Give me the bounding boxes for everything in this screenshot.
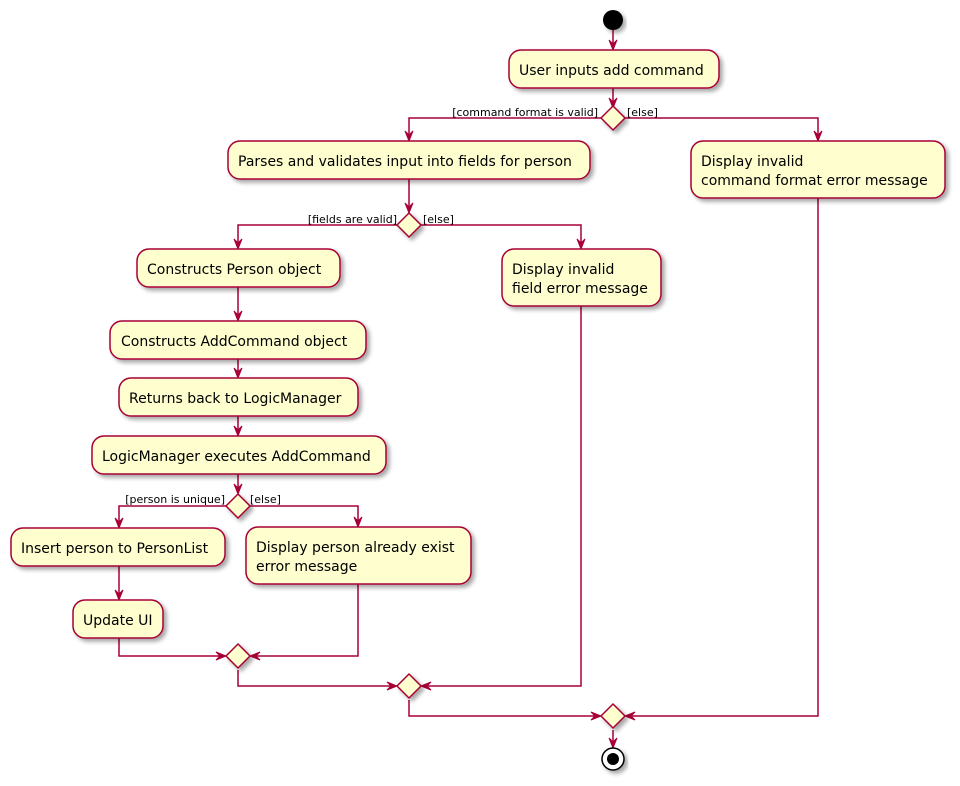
merge-person-branches	[224, 642, 252, 670]
edge-decision-1-else	[625, 117, 819, 139]
edge-merge-2-to-merge-3	[408, 700, 599, 717]
guard-person-else: [else]	[250, 493, 281, 506]
edge-decision-1-valid	[408, 117, 601, 139]
guard-command-else: [else]	[627, 106, 658, 119]
edge-person-exists-to-merge-1	[252, 584, 359, 657]
action-invalid-field-line-2: field error message	[512, 281, 648, 297]
action-update-ui-label: Update UI	[83, 613, 153, 629]
merge-fields-branches	[395, 672, 423, 700]
guard-fields-else: [else]	[423, 213, 454, 226]
end-node	[601, 747, 625, 771]
guard-person-unique: [person is unique]	[125, 493, 225, 506]
action-returns-logic-label: Returns back to LogicManager	[129, 391, 342, 407]
edge-invalid-field-to-merge-2	[423, 305, 582, 687]
edge-decision-3-else	[250, 505, 359, 525]
start-node	[603, 10, 623, 30]
decision-fields-valid	[395, 211, 423, 239]
action-invalid-command-line-2: command format error message	[701, 173, 928, 189]
merge-command-branches	[599, 702, 627, 730]
activity-diagram: User inputs add command Parses and valid…	[10, 10, 946, 771]
edge-decision-2-valid	[237, 224, 397, 247]
action-logic-executes-label: LogicManager executes AddCommand	[102, 449, 371, 465]
action-invalid-field-line-1: Display invalid	[512, 262, 614, 278]
action-construct-person-label: Constructs Person object	[147, 262, 322, 278]
action-insert-person-label: Insert person to PersonList	[21, 541, 209, 557]
action-person-exists-line-2: error message	[256, 559, 357, 575]
action-user-inputs-label: User inputs add command	[519, 63, 704, 79]
edge-decision-2-else	[421, 224, 582, 247]
guard-fields-valid: [fields are valid]	[308, 213, 397, 226]
guard-command-valid: [command format is valid]	[452, 106, 598, 119]
action-parses-label: Parses and validates input into fields f…	[238, 154, 572, 170]
decision-command-format	[599, 104, 627, 132]
action-invalid-command-line-1: Display invalid	[701, 154, 803, 170]
action-construct-addcommand-label: Constructs AddCommand object	[121, 334, 348, 350]
edge-decision-3-unique	[118, 505, 226, 526]
decision-person-unique	[224, 492, 252, 520]
edge-merge-1-to-merge-2	[237, 670, 395, 687]
edge-update-ui-to-merge-1	[118, 638, 224, 657]
action-person-exists-line-1: Display person already exist	[256, 540, 455, 556]
